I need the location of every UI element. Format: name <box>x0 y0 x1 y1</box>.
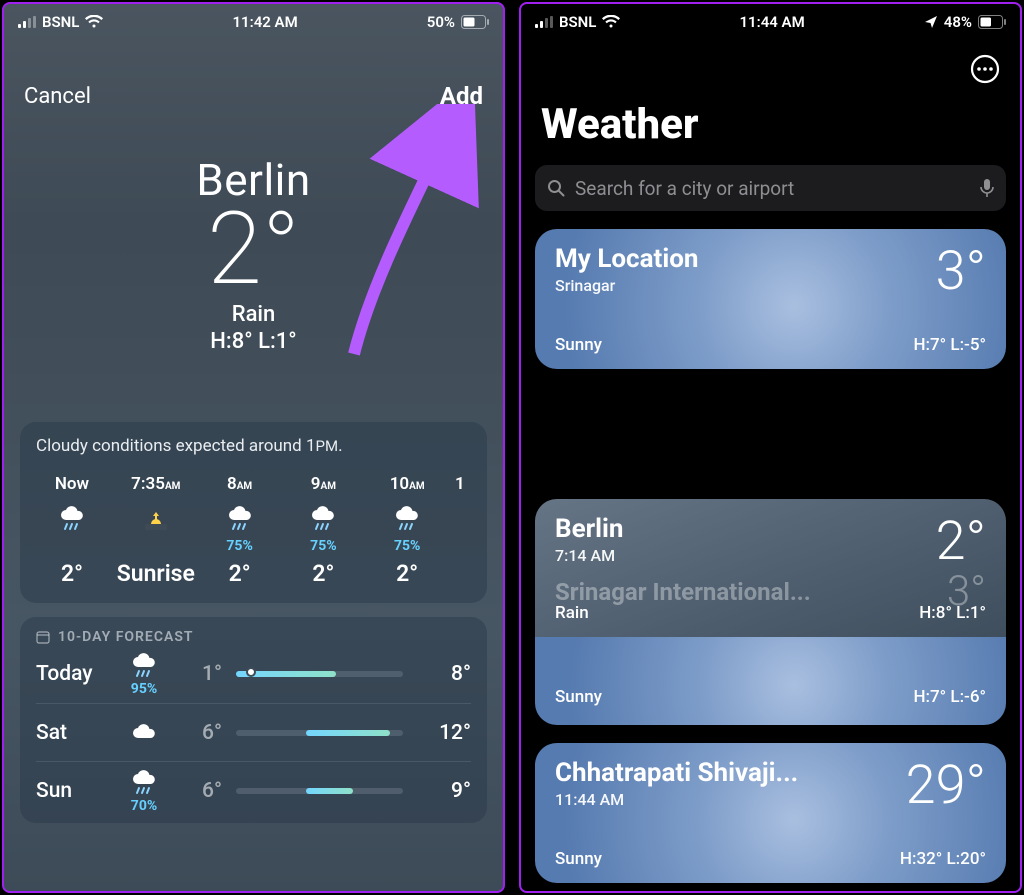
battery-icon <box>978 15 1006 29</box>
more-options-button[interactable] <box>970 54 1000 84</box>
hour-label: 8AM <box>227 474 252 494</box>
card-subtitle: Srinagar <box>555 276 698 295</box>
current-hilo: H:8° L:1° <box>4 329 503 354</box>
battery-icon <box>461 15 489 29</box>
card-subtitle: 11:44 AM <box>555 790 798 809</box>
clock: 11:44 AM <box>739 13 804 31</box>
high-temp: 8° <box>417 662 471 686</box>
carrier-label: BSNL <box>42 13 79 31</box>
daily-forecast-panel[interactable]: 10-DAY FORECAST Today 95% 1° 8° Sat 6° 12° Sun 7… <box>20 617 487 823</box>
location-card-chhatrapati[interactable]: Chhatrapati Shivaji... 11:44 AM 29° Sunn… <box>535 743 1006 883</box>
precip-pct: 95% <box>131 681 157 697</box>
location-arrow-icon <box>924 15 938 29</box>
hour-item: 8AM 75% 2° <box>204 474 276 587</box>
left-phone: BSNL 11:42 AM 50% Cancel Add Berlin 2° R… <box>2 2 505 893</box>
location-card-berlin[interactable]: Berlin 7:14 AM 2° Srinagar International… <box>535 499 1006 637</box>
clock: 11:42 AM <box>232 13 297 31</box>
card-hilo: H:32° L:20° <box>900 849 986 869</box>
hour-item: 9AM 75% 2° <box>287 474 359 587</box>
battery-pct: 48% <box>944 13 972 31</box>
hour-item: 10AM 75% 2° <box>371 474 443 587</box>
card-title: Berlin <box>555 515 624 544</box>
cancel-button[interactable]: Cancel <box>24 84 91 109</box>
hour-label: 7:35AM <box>131 474 180 494</box>
hour-temp: 2° <box>61 560 83 587</box>
card-title: My Location <box>555 245 698 274</box>
status-bar: BSNL 11:42 AM 50% <box>4 4 503 40</box>
card-ghost-row: Srinagar International... 3° <box>555 567 986 616</box>
low-temp: 6° <box>172 779 222 803</box>
card-condition: Sunny <box>555 687 602 707</box>
hour-item-partial: 1 <box>455 474 471 587</box>
rain-cloud-icon <box>57 504 87 534</box>
hour-item: 7:35AM Sunrise <box>120 474 192 587</box>
rain-cloud-icon <box>225 504 255 534</box>
wifi-icon <box>602 15 620 29</box>
cloud-icon <box>129 718 159 748</box>
temp-range-bar <box>236 788 403 794</box>
card-temp: 29° <box>906 759 986 813</box>
card-hilo: H:7° L:-5° <box>913 335 986 355</box>
current-condition: Rain <box>4 302 503 327</box>
mic-icon[interactable] <box>980 178 994 198</box>
precip-pct: 75% <box>310 538 336 554</box>
rain-cloud-icon <box>129 651 159 681</box>
hour-label: 10AM <box>390 474 425 494</box>
card-condition: Sunny <box>555 849 602 869</box>
card-hilo: H:7° L:-6° <box>913 687 986 707</box>
daily-row: Sat 6° 12° <box>36 703 471 761</box>
daily-row: Sun 70% 6° 9° <box>36 761 471 819</box>
signal-icon <box>535 16 553 28</box>
hourly-header: Cloudy conditions expected around 1PM. <box>36 436 471 456</box>
location-card-my-location[interactable]: My Location Srinagar 3° Sunny H:7° L:-5° <box>535 229 1006 369</box>
status-bar: BSNL 11:44 AM 48% <box>521 4 1020 40</box>
card-title: Chhatrapati Shivaji... <box>555 759 798 788</box>
search-bar[interactable] <box>535 165 1006 211</box>
precip-pct: 70% <box>131 798 157 814</box>
precip-pct: 75% <box>226 538 252 554</box>
temp-range-bar <box>236 730 403 736</box>
card-condition: Sunny <box>555 335 602 355</box>
hour-label: 9AM <box>311 474 336 494</box>
rain-cloud-icon <box>392 504 422 534</box>
sunrise-icon <box>141 504 171 534</box>
forecast-title: 10-DAY FORECAST <box>36 629 471 645</box>
search-input[interactable] <box>575 177 970 200</box>
carrier-label: BSNL <box>559 13 596 31</box>
wifi-icon <box>85 15 103 29</box>
high-temp: 12° <box>417 721 471 745</box>
calendar-icon <box>36 630 50 644</box>
hour-label: Now <box>55 474 89 494</box>
rain-cloud-icon <box>308 504 338 534</box>
daily-row: Today 95% 1° 8° <box>36 645 471 703</box>
card-temp: 2° <box>936 515 986 569</box>
search-icon <box>547 179 565 197</box>
day-label: Today <box>36 662 116 686</box>
page-title: Weather <box>541 100 1006 149</box>
day-label: Sun <box>36 779 116 803</box>
day-label: Sat <box>36 721 116 745</box>
low-temp: 1° <box>172 662 222 686</box>
battery-pct: 50% <box>427 13 455 31</box>
hour-temp: Sunrise <box>117 560 195 587</box>
hour-temp: 2° <box>229 560 251 587</box>
card-temp: 3° <box>936 245 986 299</box>
add-button[interactable]: Add <box>440 82 483 110</box>
right-phone: BSNL 11:44 AM 48% Weather <box>519 2 1022 893</box>
precip-pct: 75% <box>394 538 420 554</box>
hourly-panel[interactable]: Cloudy conditions expected around 1PM. N… <box>20 422 487 603</box>
hour-temp: 2° <box>312 560 334 587</box>
current-weather: Berlin 2° Rain H:8° L:1° <box>4 154 503 354</box>
current-temp: 2° <box>4 200 503 300</box>
hour-temp: 2° <box>396 560 418 587</box>
signal-icon <box>18 16 36 28</box>
temp-range-bar <box>236 671 403 677</box>
low-temp: 6° <box>172 721 222 745</box>
card-subtitle: 7:14 AM <box>555 546 624 565</box>
high-temp: 9° <box>417 779 471 803</box>
rain-cloud-icon <box>129 768 159 798</box>
location-card-srinagar-intl[interactable]: Sunny H:7° L:-6° <box>535 637 1006 725</box>
hour-item: Now 2° <box>36 474 108 587</box>
